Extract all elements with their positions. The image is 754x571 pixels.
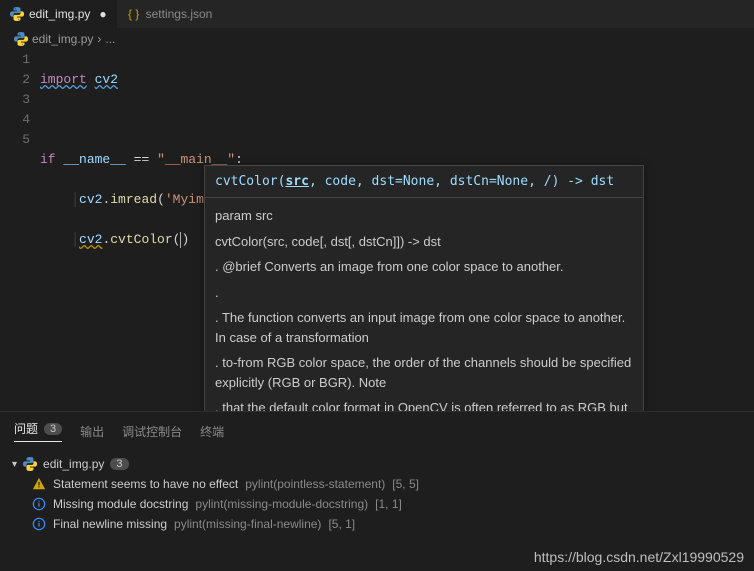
- problem-location: [1, 1]: [375, 497, 402, 511]
- line-number: 4: [0, 110, 30, 130]
- panel-tab-label: 终端: [200, 423, 224, 440]
- panel-tab-label: 输出: [80, 423, 104, 440]
- line-number: 5: [0, 130, 30, 150]
- identifier: cv2: [79, 192, 102, 207]
- tab-edit-img[interactable]: edit_img.py ●: [0, 0, 117, 28]
- panel-tab-terminal[interactable]: 终端: [200, 420, 224, 442]
- keyword: import: [40, 72, 87, 87]
- problems-list: ▾ edit_img.py 3 Statement seems to have …: [0, 450, 754, 538]
- sig-rest: , code, dst=None, dstCn=None, /) -> dst: [309, 174, 614, 189]
- panel-tab-label: 调试控制台: [122, 423, 182, 440]
- keyword: if: [40, 152, 56, 167]
- tab-label: edit_img.py: [29, 7, 90, 21]
- doc-line: cvtColor(src, code[, dst[, dstCn]]) -> d…: [215, 232, 633, 252]
- python-icon: [10, 7, 24, 21]
- problem-source: pylint(missing-final-newline): [174, 517, 321, 531]
- problems-file-name: edit_img.py: [43, 457, 104, 471]
- panel-tabs: 问题 3 输出 调试控制台 终端: [0, 412, 754, 450]
- info-icon: [32, 497, 46, 511]
- breadcrumb-file: edit_img.py: [32, 32, 93, 46]
- breadcrumb[interactable]: edit_img.py › ...: [0, 28, 754, 50]
- identifier: cv2: [79, 232, 102, 247]
- identifier: __name__: [63, 152, 125, 167]
- signature-doc: param src cvtColor(src, code[, dst[, dst…: [205, 198, 643, 428]
- tab-settings[interactable]: { } settings.json: [117, 0, 223, 28]
- json-icon: { }: [127, 7, 141, 21]
- signature-line: cvtColor(src, code, dst=None, dstCn=None…: [205, 166, 643, 198]
- problems-file-row[interactable]: ▾ edit_img.py 3: [10, 454, 744, 474]
- problem-location: [5, 5]: [392, 477, 419, 491]
- breadcrumb-sep: ›: [97, 32, 101, 46]
- panel-tab-problems[interactable]: 问题 3: [14, 420, 62, 442]
- doc-line: . The function converts an input image f…: [215, 308, 633, 347]
- problem-item[interactable]: Statement seems to have no effect pylint…: [10, 474, 744, 494]
- problem-item[interactable]: Missing module docstring pylint(missing-…: [10, 494, 744, 514]
- warning-icon: [32, 477, 46, 491]
- operator: ==: [134, 152, 150, 167]
- python-icon: [23, 457, 37, 471]
- sig-prefix: cvtColor(: [215, 174, 285, 189]
- panel-tab-label: 问题: [14, 420, 38, 437]
- line-number: 2: [0, 70, 30, 90]
- signature-help-tooltip: cvtColor(src, code, dst=None, dstCn=None…: [204, 165, 644, 429]
- problems-count-badge: 3: [44, 423, 62, 435]
- line-number: 3: [0, 90, 30, 110]
- bottom-panel: 问题 3 输出 调试控制台 终端 ▾ edit_img.py 3 Stateme…: [0, 411, 754, 571]
- problem-source: pylint(pointless-statement): [245, 477, 385, 491]
- modified-indicator-icon: ●: [99, 7, 106, 21]
- problem-source: pylint(missing-module-docstring): [195, 497, 368, 511]
- problem-location: [5, 1]: [328, 517, 355, 531]
- panel-tab-output[interactable]: 输出: [80, 420, 104, 442]
- module-name: cv2: [95, 72, 118, 87]
- doc-line: . to-from RGB color space, the order of …: [215, 353, 633, 392]
- line-number: 1: [0, 50, 30, 70]
- chevron-down-icon: ▾: [12, 459, 17, 470]
- doc-line: .: [215, 283, 633, 303]
- editor-tabs: edit_img.py ● { } settings.json: [0, 0, 754, 28]
- problems-file-count: 3: [110, 458, 128, 470]
- problem-message: Statement seems to have no effect: [53, 477, 238, 491]
- watermark-text: https://blog.csdn.net/Zxl19990529: [534, 549, 744, 565]
- info-icon: [32, 517, 46, 531]
- cursor-icon: [180, 232, 181, 248]
- line-gutter: 1 2 3 4 5: [0, 50, 40, 290]
- breadcrumb-rest: ...: [105, 32, 115, 46]
- problem-message: Final newline missing: [53, 517, 167, 531]
- tab-label: settings.json: [146, 7, 213, 21]
- problem-item[interactable]: Final newline missing pylint(missing-fin…: [10, 514, 744, 534]
- doc-line: param src: [215, 206, 633, 226]
- function: cvtColor: [110, 232, 172, 247]
- sig-active-param: src: [285, 174, 308, 189]
- panel-tab-debug-console[interactable]: 调试控制台: [122, 420, 182, 442]
- doc-line: . @brief Converts an image from one colo…: [215, 257, 633, 277]
- python-icon: [14, 32, 28, 46]
- function: imread: [110, 192, 157, 207]
- problem-message: Missing module docstring: [53, 497, 188, 511]
